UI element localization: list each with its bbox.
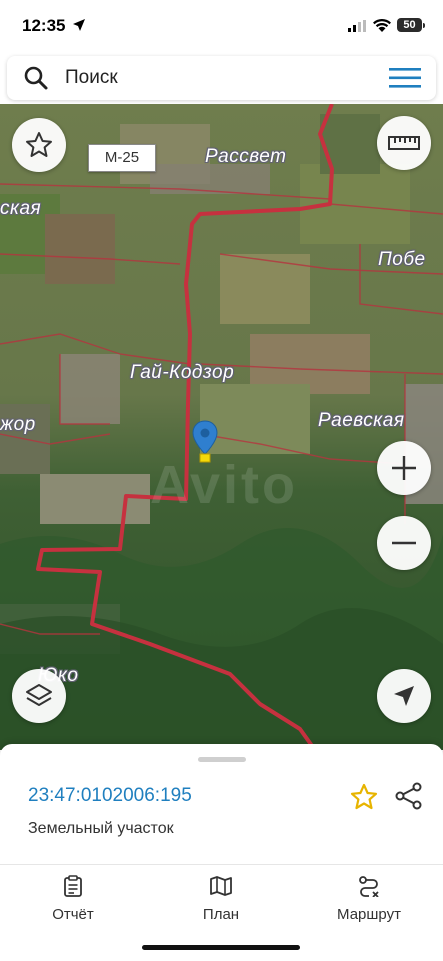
map-label-skaya: ская <box>0 198 42 219</box>
search-input[interactable]: Поиск <box>65 67 118 89</box>
status-bar: 12:35 50 <box>0 0 443 54</box>
sheet-drag-handle[interactable] <box>198 757 246 762</box>
search-icon <box>24 66 48 90</box>
location-arrow-icon <box>73 19 85 31</box>
hamburger-menu-icon[interactable] <box>389 67 421 89</box>
route-icon <box>359 876 379 898</box>
minus-icon <box>392 541 416 545</box>
map-label-raevskaya: Раевская <box>318 410 405 431</box>
my-location-button[interactable] <box>377 669 431 723</box>
wifi-icon <box>373 18 391 32</box>
ruler-icon <box>388 136 420 150</box>
parcel-type: Земельный участок <box>28 820 174 837</box>
cadastral-number[interactable]: 23:47:0102006:195 <box>28 785 192 807</box>
share-icon[interactable] <box>394 781 424 811</box>
map-label-pobed: Побе <box>378 249 426 270</box>
map-label-rassvet: Рассвет <box>205 146 287 167</box>
map-label-zhor: жор <box>0 414 36 435</box>
zoom-in-button[interactable] <box>377 441 431 495</box>
favorite-star-icon[interactable] <box>349 782 379 812</box>
location-pin-icon[interactable] <box>192 420 218 468</box>
home-indicator[interactable] <box>142 945 300 950</box>
status-time: 12:35 <box>22 16 66 35</box>
search-bar[interactable]: Поиск <box>7 56 436 100</box>
tab-route-label: Маршрут <box>337 906 401 923</box>
parcel-info-sheet[interactable]: 23:47:0102006:195 Земельный участок <box>0 744 443 864</box>
tab-report[interactable]: Отчёт <box>13 875 133 923</box>
avito-watermark: Avito <box>150 455 298 515</box>
map-plan-icon <box>210 876 232 896</box>
zoom-out-button[interactable] <box>377 516 431 570</box>
plus-icon <box>392 456 416 480</box>
report-icon <box>64 875 82 897</box>
layers-icon <box>26 684 52 706</box>
tab-route[interactable]: Маршрут <box>309 875 429 923</box>
navigation-arrow-icon <box>394 686 414 706</box>
ruler-button[interactable] <box>377 116 431 170</box>
tab-report-label: Отчёт <box>52 906 94 923</box>
map-label-gay-kodzor: Гай-Кодзор <box>130 362 235 383</box>
favorite-map-button[interactable] <box>12 118 66 172</box>
battery-indicator: 50 <box>397 18 422 32</box>
tab-plan-label: План <box>202 906 240 923</box>
map-view[interactable]: Avito Рассвет ская Побе Гай-Кодзор жор Р… <box>0 104 443 750</box>
road-sign-m25: М-25 <box>88 144 156 172</box>
tab-plan[interactable]: План <box>161 875 281 923</box>
star-outline-icon <box>26 132 52 157</box>
battery-cap <box>423 23 425 28</box>
layers-button[interactable] <box>12 669 66 723</box>
cellular-signal-icon <box>348 20 366 32</box>
